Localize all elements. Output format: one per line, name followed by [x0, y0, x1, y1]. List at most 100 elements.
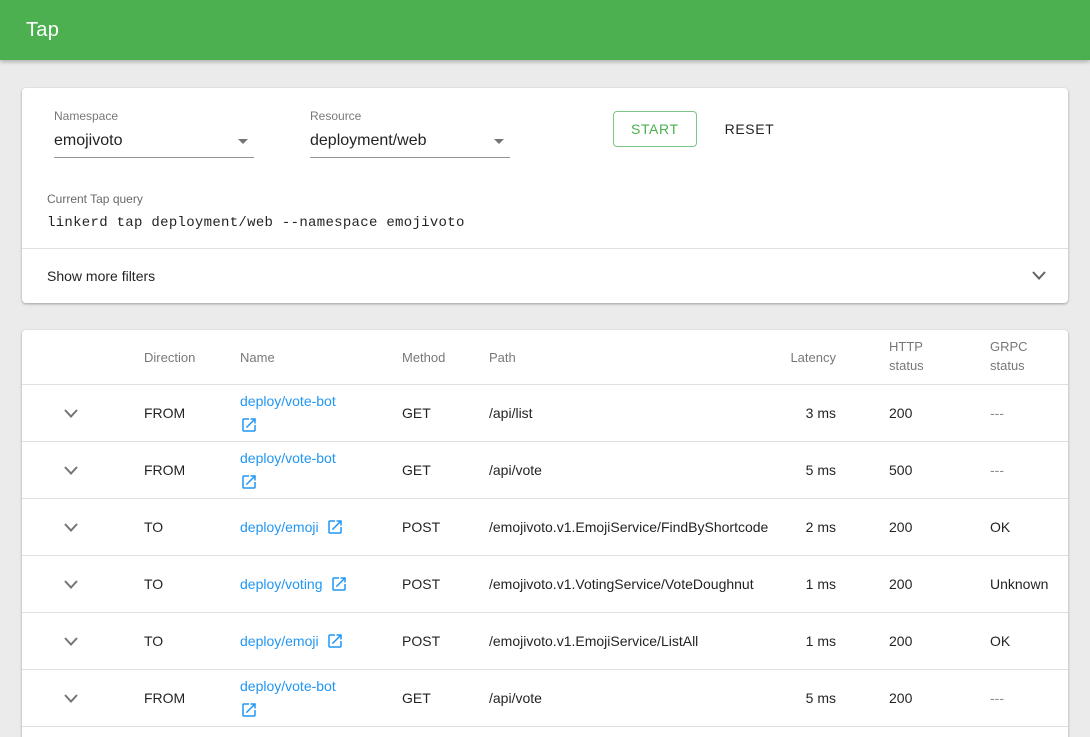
- direction-cell: TO: [144, 633, 240, 649]
- expand-cell: [22, 572, 144, 596]
- path-cell: /emojivoto.v1.EmojiService/FindByShortco…: [489, 519, 762, 535]
- header-path: Path: [489, 350, 762, 365]
- open-in-new-icon: [326, 518, 344, 536]
- resource-select-value: deployment/web: [310, 132, 427, 150]
- direction-cell: TO: [144, 576, 240, 592]
- path-cell: /api/vote: [489, 462, 762, 478]
- open-in-new-icon: [240, 473, 258, 491]
- header-method: Method: [402, 350, 489, 365]
- grpc-status-cell: OK: [967, 519, 1068, 535]
- path-cell: /api/list: [489, 405, 762, 421]
- row-expand-button[interactable]: [59, 515, 83, 539]
- query-label: Current Tap query: [47, 192, 1044, 206]
- row-expand-button[interactable]: [59, 572, 83, 596]
- row-expand-button[interactable]: [59, 401, 83, 425]
- table-row: FROM deploy/vote-bot GET /api/vote 5 ms …: [22, 670, 1068, 727]
- show-more-filters-toggle[interactable]: Show more filters: [22, 248, 1068, 303]
- header-direction: Direction: [144, 350, 240, 365]
- start-button[interactable]: START: [613, 111, 697, 147]
- http-status-cell: 200: [836, 519, 967, 535]
- name-cell: deploy/vote-bot: [240, 677, 402, 719]
- namespace-select[interactable]: emojivoto: [54, 132, 254, 158]
- expand-cell: [22, 515, 144, 539]
- name-cell: deploy/voting: [240, 575, 402, 593]
- name-cell-link[interactable]: deploy/vote-bot: [240, 449, 336, 491]
- show-more-filters-label: Show more filters: [47, 268, 155, 284]
- header-latency: Latency: [762, 350, 836, 365]
- direction-cell: FROM: [144, 462, 240, 478]
- chevron-down-icon: [64, 694, 78, 703]
- header-grpc-status: GRPC status: [967, 338, 1068, 376]
- direction-cell: FROM: [144, 405, 240, 421]
- name-cell-link[interactable]: deploy/vote-bot: [240, 677, 336, 719]
- tap-table-body: FROM deploy/vote-bot GET /api/list 3 ms …: [22, 385, 1068, 727]
- direction-cell: TO: [144, 519, 240, 535]
- query-value: linkerd tap deployment/web --namespace e…: [47, 215, 1044, 231]
- http-status-cell: 200: [836, 576, 967, 592]
- table-row: TO deploy/voting POST /emojivoto.v1.Voti…: [22, 556, 1068, 613]
- tap-filter-card: Namespace emojivoto Resource deployment/…: [22, 88, 1068, 303]
- expand-cell: [22, 629, 144, 653]
- http-status-cell: 200: [836, 405, 967, 421]
- name-cell: deploy/emoji: [240, 632, 402, 650]
- header-name: Name: [240, 350, 402, 365]
- grpc-status-cell: Unknown: [967, 576, 1068, 592]
- chevron-down-icon: [64, 580, 78, 589]
- method-cell: GET: [402, 462, 489, 478]
- method-cell: POST: [402, 633, 489, 649]
- latency-cell: 5 ms: [762, 690, 836, 706]
- header-http-status: HTTP status: [836, 338, 967, 376]
- name-cell-link[interactable]: deploy/emoji: [240, 632, 344, 650]
- tap-results-card: Direction Name Method Path Latency HTTP …: [22, 330, 1068, 737]
- open-in-new-icon: [240, 416, 258, 434]
- resource-field: Resource deployment/web: [310, 109, 510, 158]
- name-cell: deploy/vote-bot: [240, 449, 402, 491]
- chevron-down-icon: [64, 409, 78, 418]
- page-title: Tap: [26, 19, 59, 42]
- chevron-down-icon: [64, 466, 78, 475]
- name-cell-link[interactable]: deploy/emoji: [240, 518, 344, 536]
- open-in-new-icon: [330, 575, 348, 593]
- row-expand-button[interactable]: [59, 686, 83, 710]
- grpc-status-cell: ---: [967, 405, 1068, 421]
- resource-select[interactable]: deployment/web: [310, 132, 510, 158]
- name-cell: deploy/emoji: [240, 518, 402, 536]
- chevron-down-icon: [1032, 267, 1046, 285]
- row-expand-button[interactable]: [59, 458, 83, 482]
- name-cell-link[interactable]: deploy/voting: [240, 575, 348, 593]
- method-cell: GET: [402, 405, 489, 421]
- table-row: TO deploy/emoji POST /emojivoto.v1.Emoji…: [22, 499, 1068, 556]
- latency-cell: 1 ms: [762, 633, 836, 649]
- name-cell-link[interactable]: deploy/vote-bot: [240, 392, 336, 434]
- table-row: TO deploy/emoji POST /emojivoto.v1.Emoji…: [22, 613, 1068, 670]
- expand-cell: [22, 401, 144, 425]
- chevron-down-icon: [64, 523, 78, 532]
- name-cell: deploy/vote-bot: [240, 392, 402, 434]
- grpc-status-cell: OK: [967, 633, 1068, 649]
- table-row: FROM deploy/vote-bot GET /api/list 3 ms …: [22, 385, 1068, 442]
- grpc-status-cell: ---: [967, 690, 1068, 706]
- current-tap-query: Current Tap query linkerd tap deployment…: [22, 192, 1068, 231]
- reset-button[interactable]: RESET: [721, 112, 779, 146]
- path-cell: /emojivoto.v1.VotingService/VoteDoughnut: [489, 576, 762, 592]
- table-header-row: Direction Name Method Path Latency HTTP …: [22, 330, 1068, 385]
- method-cell: GET: [402, 690, 489, 706]
- http-status-cell: 200: [836, 633, 967, 649]
- grpc-status-cell: ---: [967, 462, 1068, 478]
- latency-cell: 2 ms: [762, 519, 836, 535]
- latency-cell: 1 ms: [762, 576, 836, 592]
- namespace-field: Namespace emojivoto: [54, 109, 254, 158]
- chevron-down-icon: [64, 637, 78, 646]
- appbar: Tap: [0, 0, 1090, 60]
- method-cell: POST: [402, 519, 489, 535]
- filter-form-row: Namespace emojivoto Resource deployment/…: [22, 88, 1068, 158]
- expand-cell: [22, 458, 144, 482]
- http-status-cell: 500: [836, 462, 967, 478]
- dropdown-arrow-icon: [238, 139, 248, 144]
- latency-cell: 5 ms: [762, 462, 836, 478]
- row-expand-button[interactable]: [59, 629, 83, 653]
- resource-label: Resource: [310, 109, 510, 123]
- table-row: FROM deploy/vote-bot GET /api/vote 5 ms …: [22, 442, 1068, 499]
- method-cell: POST: [402, 576, 489, 592]
- dropdown-arrow-icon: [494, 139, 504, 144]
